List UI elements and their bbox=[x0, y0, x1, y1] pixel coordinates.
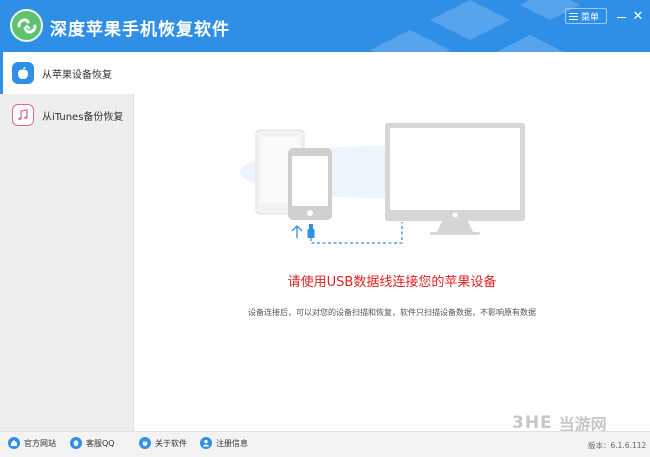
footer-link-registration[interactable]: 注册信息 bbox=[200, 437, 248, 449]
menu-label: 菜单 bbox=[581, 12, 600, 23]
sidebar-item-label: 从苹果设备恢复 bbox=[42, 69, 112, 81]
watermark-logo: 3HE bbox=[512, 413, 553, 433]
footer-link-label: 关于软件 bbox=[155, 438, 187, 448]
sidebar-item-label: 从iTunes备份恢复 bbox=[42, 111, 124, 123]
version-label: 版本：6.1.6.112 bbox=[588, 441, 647, 450]
footer-link-label: 客服QQ bbox=[86, 438, 115, 448]
phone-illustration bbox=[288, 148, 332, 220]
footer-link-about[interactable]: 关于软件 bbox=[139, 437, 187, 449]
footer-link-label: 注册信息 bbox=[216, 438, 248, 448]
footer-bar: 官方网站 客服QQ 关于软件 注册信息 版本：6.1.6.112 bbox=[0, 431, 650, 457]
menu-button[interactable]: 菜单 bbox=[565, 8, 607, 24]
monitor-illustration bbox=[385, 123, 525, 235]
usb-connection-illustration bbox=[240, 123, 525, 244]
sidebar-item-device-recovery[interactable]: 从苹果设备恢复 bbox=[0, 52, 134, 94]
decorative-cubes bbox=[370, 0, 580, 52]
connect-prompt: 请使用USB数据线连接您的苹果设备 bbox=[287, 275, 497, 290]
watermark: 3HE 当游网 bbox=[512, 413, 607, 434]
minimize-button[interactable] bbox=[614, 9, 628, 23]
app-title: 深度苹果手机恢复软件 bbox=[50, 20, 230, 40]
apple-icon bbox=[12, 62, 34, 84]
qq-icon bbox=[70, 437, 82, 449]
footer-link-official-site[interactable]: 官方网站 bbox=[8, 437, 56, 449]
close-button[interactable]: ✕ bbox=[631, 9, 645, 24]
footer-link-label: 官方网站 bbox=[24, 438, 56, 448]
info-icon bbox=[139, 437, 151, 449]
title-bar: 深度苹果手机恢复软件 菜单 ✕ bbox=[0, 0, 650, 52]
app-logo bbox=[10, 9, 43, 42]
sidebar: 从苹果设备恢复 从iTunes备份恢复 bbox=[0, 52, 134, 431]
footer-link-support-qq[interactable]: 客服QQ bbox=[70, 437, 115, 449]
user-icon bbox=[200, 437, 212, 449]
sidebar-item-itunes-recovery[interactable]: 从iTunes备份恢复 bbox=[0, 94, 134, 136]
music-note-icon bbox=[12, 104, 34, 126]
home-icon bbox=[8, 437, 20, 449]
menu-icon bbox=[569, 12, 578, 20]
usb-plug-icon bbox=[307, 224, 315, 238]
arrow-up-icon bbox=[291, 225, 303, 238]
connect-description: 设备连接后，可以对您的设备扫描和恢复，软件只扫描设备数据，不影响原有数据 bbox=[248, 308, 536, 317]
